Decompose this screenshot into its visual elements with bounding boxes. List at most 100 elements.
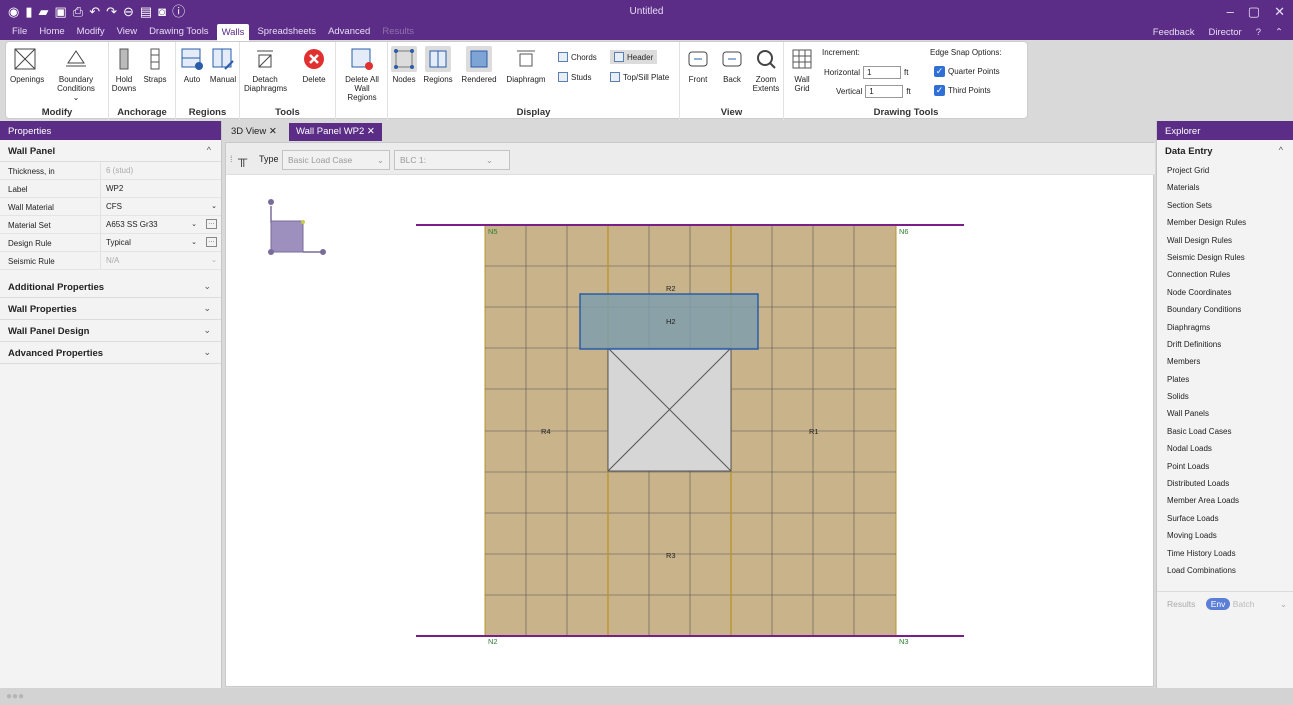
help-icon[interactable]: ? — [1256, 27, 1261, 38]
explorer-item-seismic-design-rules[interactable]: Seismic Design Rules — [1157, 249, 1293, 266]
wall-grid-button[interactable]: Wall Grid — [788, 46, 816, 93]
group-label-display: Display — [516, 107, 551, 118]
menu-drawing-tools[interactable]: Drawing Tools — [145, 24, 213, 41]
third-points-option[interactable]: ✓ Third Points — [934, 85, 991, 96]
wall-panel-view[interactable]: ⁞ ╥ Type Basic Load Case ⌄ BLC 1: ⌄ N5 N… — [225, 142, 1155, 687]
close-icon[interactable]: ✕ — [269, 126, 277, 137]
boundary-conditions-button[interactable]: Boundary Conditions ⌄ — [54, 46, 98, 102]
advanced-properties-section[interactable]: Advanced Properties ⌄ — [0, 342, 221, 364]
menu-results[interactable]: Results — [378, 24, 418, 41]
material-set-select[interactable]: A653 SS Gr33 ⌄ ··· — [100, 216, 221, 233]
tab-wall-panel-wp2[interactable]: Wall Panel WP2 ✕ — [289, 123, 382, 141]
wall-material-value: CFS — [106, 202, 122, 211]
auto-regions-button[interactable]: Auto — [179, 46, 205, 84]
horizontal-increment-input[interactable]: 1 — [863, 66, 902, 79]
chevron-down-icon[interactable]: ⌄ — [1280, 599, 1287, 610]
diaphragm-button[interactable]: Diaphragm — [504, 46, 548, 84]
top-sill-plate-toggle[interactable]: Top/Sill Plate — [610, 72, 669, 82]
explorer-item-members[interactable]: Members — [1157, 353, 1293, 370]
explorer-item-project-grid[interactable]: Project Grid — [1157, 162, 1293, 179]
chevron-down-icon: ⌄ — [211, 203, 217, 210]
menu-advanced[interactable]: Advanced — [324, 24, 374, 41]
vertical-increment-input[interactable]: 1 — [865, 85, 904, 98]
explorer-item-plates[interactable]: Plates — [1157, 371, 1293, 388]
feedback-link[interactable]: Feedback — [1153, 27, 1195, 38]
tab-3d-view[interactable]: 3D View ✕ — [224, 123, 284, 141]
explorer-item-drift-definitions[interactable]: Drift Definitions — [1157, 336, 1293, 353]
rendered-button[interactable]: Rendered — [460, 46, 498, 84]
menu-modify[interactable]: Modify — [73, 24, 109, 41]
manual-regions-button[interactable]: Manual — [208, 46, 238, 84]
studs-toggle[interactable]: Studs — [558, 72, 591, 82]
batch-toggle[interactable]: Batch — [1233, 599, 1255, 609]
explorer-item-moving-loads[interactable]: Moving Loads — [1157, 527, 1293, 544]
more-options-icon[interactable]: ··· — [206, 219, 217, 229]
nodes-button[interactable]: Nodes — [391, 46, 417, 84]
maximize-icon[interactable]: ▢ — [1248, 4, 1260, 20]
close-icon[interactable]: ✕ — [367, 126, 375, 137]
zoom-extents-button[interactable]: Zoom Extents — [750, 46, 782, 93]
seismic-rule-value: N/A — [106, 256, 120, 265]
opening[interactable] — [607, 347, 732, 472]
additional-properties-section[interactable]: Additional Properties ⌄ — [0, 276, 221, 298]
openings-button[interactable]: Openings — [10, 46, 44, 84]
menu-walls[interactable]: Walls — [216, 24, 250, 41]
close-icon[interactable]: ✕ — [1274, 4, 1285, 20]
explorer-item-nodal-loads[interactable]: Nodal Loads — [1157, 440, 1293, 457]
section-label: Additional Properties — [8, 282, 105, 293]
explorer-item-basic-load-cases[interactable]: Basic Load Cases — [1157, 423, 1293, 440]
explorer-item-wall-panels[interactable]: Wall Panels — [1157, 405, 1293, 422]
regions-display-icon — [425, 46, 451, 72]
detach-diaphragms-button[interactable]: Detach Diaphragms — [244, 46, 287, 93]
menu-file[interactable]: File — [8, 24, 31, 41]
document-tabs: 3D View ✕ Wall Panel WP2 ✕ — [224, 121, 1154, 141]
explorer-item-surface-loads[interactable]: Surface Loads — [1157, 510, 1293, 527]
explorer-item-diaphragms[interactable]: Diaphragms — [1157, 319, 1293, 336]
explorer-item-section-sets[interactable]: Section Sets — [1157, 197, 1293, 214]
chords-toggle[interactable]: Chords — [558, 52, 597, 62]
director-link[interactable]: Director — [1208, 27, 1241, 38]
explorer-item-boundary-conditions[interactable]: Boundary Conditions — [1157, 301, 1293, 318]
quarter-points-checkbox[interactable]: ✓ — [934, 66, 945, 77]
env-toggle[interactable]: Env — [1205, 598, 1231, 610]
explorer-item-node-coordinates[interactable]: Node Coordinates — [1157, 284, 1293, 301]
header-toggle[interactable]: Header — [610, 50, 658, 64]
group-label-regions: Regions — [188, 107, 227, 118]
explorer-item-member-area-loads[interactable]: Member Area Loads — [1157, 492, 1293, 509]
label-field[interactable]: WP2 — [100, 180, 221, 197]
menu-home[interactable]: Home — [35, 24, 68, 41]
explorer-item-distributed-loads[interactable]: Distributed Loads — [1157, 475, 1293, 492]
data-entry-section[interactable]: Data Entry ^ — [1157, 140, 1293, 162]
minimize-icon[interactable]: – — [1227, 4, 1234, 20]
design-rule-select[interactable]: Typical ⌄ ··· — [100, 234, 221, 251]
regions-display-button[interactable]: Regions — [422, 46, 454, 84]
menu-view[interactable]: View — [113, 24, 141, 41]
delete-all-wall-regions-button[interactable]: Delete All Wall Regions — [339, 46, 385, 102]
seismic-rule-select[interactable]: N/A ⌄ — [100, 252, 221, 269]
wall-panel-section-label: Wall Panel — [8, 146, 56, 157]
explorer-item-wall-design-rules[interactable]: Wall Design Rules — [1157, 232, 1293, 249]
wall-panel-design-section[interactable]: Wall Panel Design ⌄ — [0, 320, 221, 342]
explorer-item-time-history-loads[interactable]: Time History Loads — [1157, 545, 1293, 562]
straps-button[interactable]: Straps — [141, 46, 169, 84]
explorer-item-materials[interactable]: Materials — [1157, 179, 1293, 196]
explorer-item-member-design-rules[interactable]: Member Design Rules — [1157, 214, 1293, 231]
wall-panel-section[interactable]: Wall Panel ^ — [0, 140, 221, 162]
explorer-item-point-loads[interactable]: Point Loads — [1157, 458, 1293, 475]
menu-spreadsheets[interactable]: Spreadsheets — [253, 24, 320, 41]
quarter-points-option[interactable]: ✓ Quarter Points — [934, 66, 1000, 77]
delete-all-regions-icon — [349, 46, 375, 72]
back-view-button[interactable]: Back — [718, 46, 746, 84]
wall-properties-section[interactable]: Wall Properties ⌄ — [0, 298, 221, 320]
wall-material-select[interactable]: CFS ⌄ — [100, 198, 221, 215]
explorer-item-load-combinations[interactable]: Load Combinations — [1157, 562, 1293, 579]
delete-button[interactable]: Delete — [300, 46, 328, 84]
explorer-item-solids[interactable]: Solids — [1157, 388, 1293, 405]
app-title: Untitled — [629, 6, 664, 17]
collapse-ribbon-icon[interactable]: ⌃ — [1275, 27, 1283, 38]
explorer-item-connection-rules[interactable]: Connection Rules — [1157, 266, 1293, 283]
more-options-icon[interactable]: ··· — [206, 237, 217, 247]
hold-downs-button[interactable]: Hold Downs — [111, 46, 137, 93]
front-view-button[interactable]: Front — [684, 46, 712, 84]
third-points-checkbox[interactable]: ✓ — [934, 85, 945, 96]
